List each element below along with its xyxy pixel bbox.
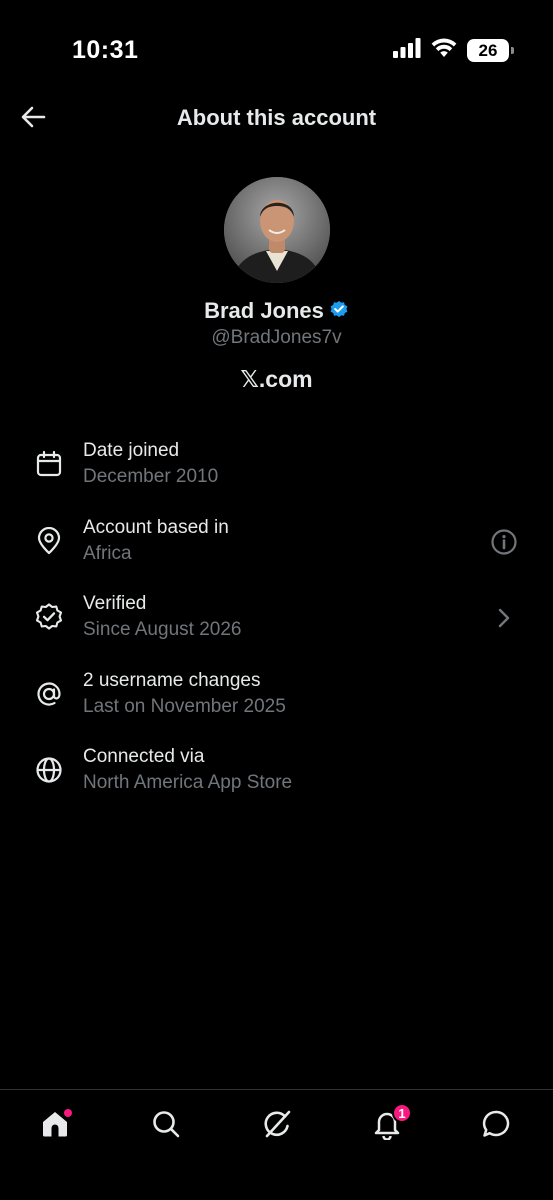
nav-notifications[interactable]: 1 bbox=[367, 1103, 412, 1146]
info-value: Africa bbox=[83, 542, 132, 564]
info-row-verified[interactable]: Verified Since August 2026 bbox=[0, 581, 553, 658]
profile-name: Brad Jones bbox=[204, 298, 324, 323]
info-value: North America App Store bbox=[83, 772, 293, 793]
info-label: Verified bbox=[83, 593, 147, 614]
info-value: Since August 2026 bbox=[83, 619, 242, 640]
info-value: Last on November 2025 bbox=[83, 695, 286, 717]
grok-icon bbox=[261, 1108, 293, 1145]
calendar-icon bbox=[33, 448, 65, 480]
battery-level: 26 bbox=[478, 40, 498, 60]
search-icon bbox=[151, 1109, 181, 1144]
header: About this account bbox=[0, 96, 553, 142]
notification-badge: 1 bbox=[392, 1103, 412, 1123]
info-list: Date joined December 2010 Account based … bbox=[0, 428, 553, 811]
info-label: Date joined bbox=[83, 440, 180, 461]
profile-handle: @BradJones7v bbox=[211, 327, 342, 348]
info-label: Connected via bbox=[83, 746, 205, 767]
info-label: Account based in bbox=[83, 516, 229, 538]
verified-badge-icon bbox=[33, 601, 65, 633]
notification-dot bbox=[64, 1109, 72, 1117]
info-row-account-based-in: Account based in Africa bbox=[0, 505, 553, 582]
status-icons: 26 bbox=[393, 38, 514, 63]
profile-name-row: Brad Jones bbox=[0, 298, 553, 324]
status-time: 10:31 bbox=[72, 36, 139, 64]
info-value: December 2010 bbox=[83, 466, 219, 487]
wifi-icon bbox=[431, 38, 457, 63]
nav-home[interactable] bbox=[35, 1106, 75, 1146]
info-row-date-joined: Date joined December 2010 bbox=[0, 428, 553, 505]
message-icon bbox=[481, 1108, 513, 1145]
nav-search[interactable] bbox=[146, 1106, 186, 1146]
info-row-connected-via: Connected via North America App Store bbox=[0, 734, 553, 811]
avatar[interactable] bbox=[224, 177, 330, 283]
page-title: About this account bbox=[176, 105, 377, 130]
profile-site[interactable]: 𝕏.com bbox=[0, 366, 553, 393]
location-pin-icon bbox=[33, 525, 65, 557]
info-icon[interactable] bbox=[489, 527, 519, 557]
nav-messages[interactable] bbox=[477, 1106, 517, 1146]
bottom-nav: 1 bbox=[0, 1089, 553, 1200]
at-sign-icon bbox=[33, 678, 65, 710]
verified-badge-icon bbox=[329, 299, 349, 324]
chevron-right-icon[interactable] bbox=[489, 603, 519, 633]
battery-icon: 26 bbox=[467, 39, 514, 62]
nav-grok[interactable] bbox=[257, 1106, 297, 1146]
signal-icon bbox=[393, 38, 421, 63]
globe-icon bbox=[33, 754, 65, 786]
status-bar: 10:31 26 bbox=[0, 0, 553, 100]
info-label: 2 username changes bbox=[83, 669, 261, 691]
info-row-username-changes: 2 username changes Last on November 2025 bbox=[0, 658, 553, 735]
